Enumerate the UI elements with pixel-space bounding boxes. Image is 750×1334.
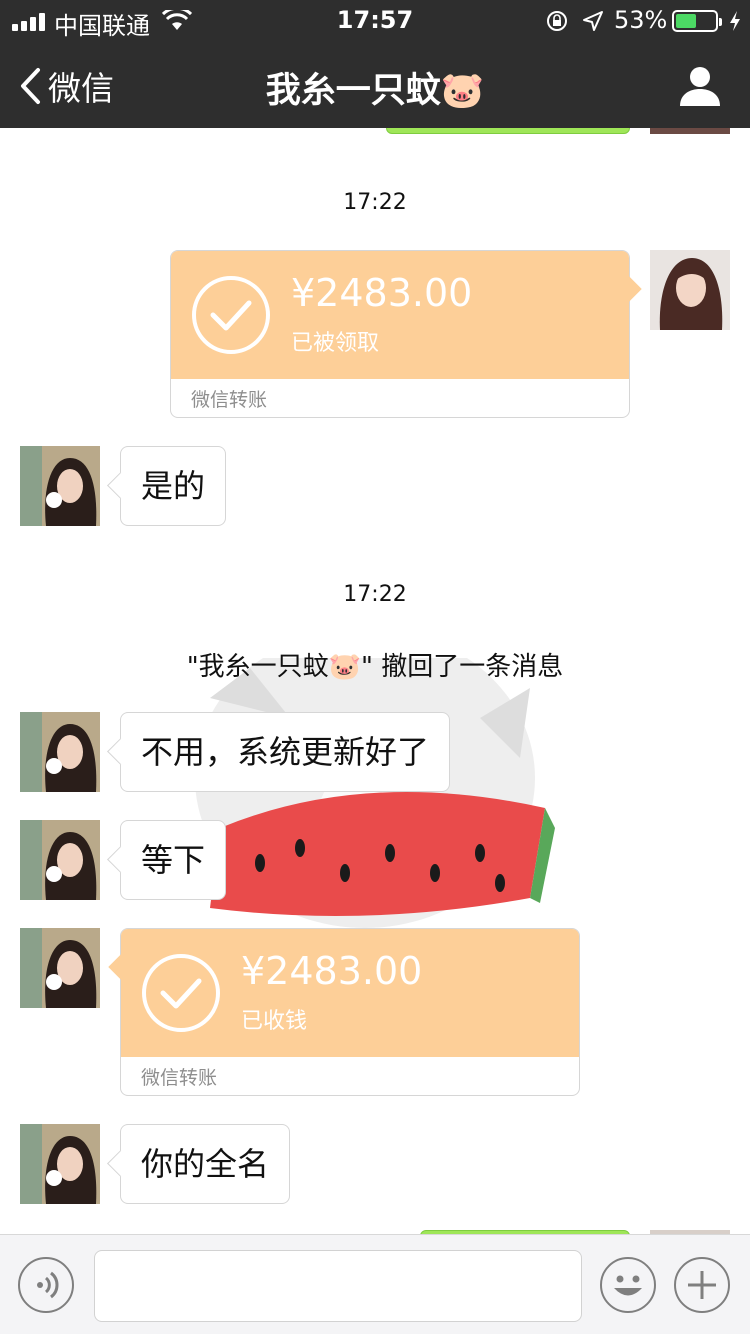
message-bubble[interactable]: 你的全名 [120, 1124, 291, 1204]
input-bar [0, 1234, 750, 1334]
transfer-status: 已收钱 [241, 1009, 308, 1034]
emoji-button[interactable] [600, 1257, 656, 1313]
back-label: 微信 [48, 69, 114, 108]
smiley-icon [614, 1275, 642, 1296]
plus-icon [688, 1271, 716, 1299]
voice-icon [37, 1271, 59, 1299]
contact-avatar[interactable] [20, 712, 100, 792]
rotation-lock-icon [547, 11, 567, 31]
avatar-photo [20, 712, 100, 792]
location-arrow-icon [583, 11, 603, 31]
transfer-card-header: ¥2483.00 已收钱 [121, 929, 579, 1057]
message-input[interactable] [94, 1250, 582, 1322]
voice-button[interactable] [18, 1257, 74, 1313]
check-circle-icon [142, 954, 220, 1032]
avatar-photo [20, 928, 100, 1008]
avatar-photo [650, 250, 730, 330]
chevron-left-icon [21, 68, 40, 104]
more-button[interactable] [674, 1257, 730, 1313]
battery-percent: 53% [614, 6, 668, 34]
contact-avatar[interactable] [20, 1124, 100, 1204]
status-bar: 中国联通 17:57 53% [0, 0, 750, 40]
transfer-label: 微信转账 [141, 1067, 218, 1089]
chat-area[interactable]: 17:22 ¥2483.00 已被领取 微信转账 是的 17:22 "我糸一只蚊… [0, 128, 750, 1234]
person-icon[interactable] [678, 64, 722, 108]
chat-title: 我糸一只蚊🐷 [265, 71, 485, 111]
check-circle-icon [192, 276, 270, 354]
recall-notice: "我糸一只蚊🐷" 撤回了一条消息 [186, 652, 564, 682]
message-bubble[interactable]: 等下 [120, 820, 227, 900]
message-bubble[interactable]: 不用，系统更新好了 [120, 712, 451, 792]
contact-avatar[interactable] [20, 446, 100, 526]
timestamp: 17:22 [343, 582, 407, 607]
avatar-photo [20, 446, 100, 526]
transfer-card-received[interactable]: ¥2483.00 已收钱 微信转账 [120, 928, 580, 1096]
transfer-amount: ¥2483.00 [291, 271, 473, 315]
contact-avatar[interactable] [20, 928, 100, 1008]
battery-icon [672, 10, 722, 32]
contact-avatar[interactable] [20, 820, 100, 900]
avatar-photo [20, 1124, 100, 1204]
transfer-label: 微信转账 [191, 389, 268, 411]
avatar-photo [20, 820, 100, 900]
partial-bubble-top [386, 128, 630, 134]
message-bubble[interactable]: 是的 [120, 446, 227, 526]
back-button[interactable]: 微信 [18, 64, 114, 108]
timestamp: 17:22 [343, 190, 407, 215]
transfer-status: 已被领取 [291, 331, 380, 356]
partial-avatar-top [650, 128, 730, 134]
my-avatar[interactable] [650, 250, 730, 330]
transfer-card-sent[interactable]: ¥2483.00 已被领取 微信转账 [170, 250, 630, 418]
battery-fill [676, 14, 697, 28]
nav-bar: 微信 我糸一只蚊🐷 [0, 40, 750, 128]
transfer-amount: ¥2483.00 [241, 949, 423, 993]
charging-bolt-icon [730, 11, 740, 31]
top-bar: 中国联通 17:57 53% 微信 我糸一只蚊🐷 [0, 0, 750, 128]
transfer-card-header: ¥2483.00 已被领取 [171, 251, 629, 379]
